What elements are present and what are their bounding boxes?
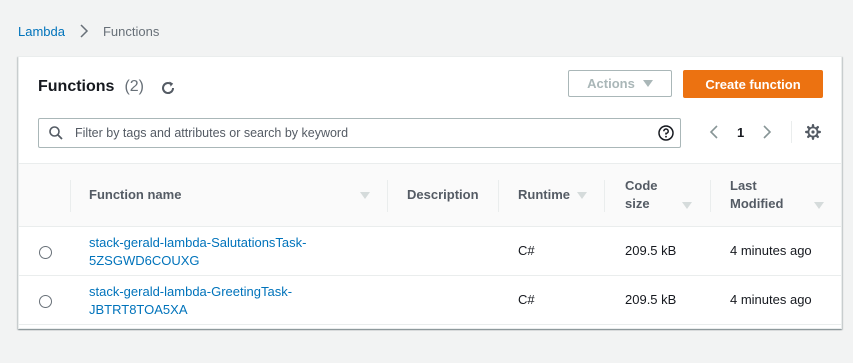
refresh-icon[interactable] xyxy=(159,79,177,97)
panel-header: Functions (2) Actions Create function Fi… xyxy=(19,57,841,163)
runtime-cell: C# xyxy=(518,243,535,258)
settings-gear-icon[interactable] xyxy=(804,123,822,141)
col-runtime-label: Runtime xyxy=(518,187,570,202)
column-divider xyxy=(498,180,499,212)
function-count: (2) xyxy=(124,78,144,95)
chevron-left-icon[interactable] xyxy=(707,124,723,140)
col-last-modified-label: Last Modified xyxy=(730,178,784,211)
col-description-label: Description xyxy=(407,187,479,202)
runtime-cell: C# xyxy=(518,292,535,307)
actions-label: Actions xyxy=(587,76,635,91)
actions-button[interactable]: Actions xyxy=(568,70,672,97)
col-last-modified[interactable]: Last Modified xyxy=(730,164,790,226)
last-modified-cell: 4 minutes ago xyxy=(730,243,812,258)
title-text: Functions xyxy=(38,78,115,95)
function-name-link[interactable]: stack-gerald-lambda-GreetingTask- JBTRT8… xyxy=(89,283,339,319)
table-row[interactable]: stack-gerald-lambda-SalutationsTask- 5ZS… xyxy=(19,227,841,276)
column-divider xyxy=(70,180,71,212)
pagination: 1 xyxy=(707,124,774,140)
table-header: Function name Description Runtime Code s… xyxy=(19,163,841,227)
column-divider xyxy=(387,180,388,212)
chevron-right-icon xyxy=(75,23,93,39)
sort-icon[interactable] xyxy=(360,192,370,199)
last-modified-cell: 4 minutes ago xyxy=(730,292,812,307)
help-icon[interactable] xyxy=(658,125,674,141)
pagination-divider xyxy=(791,121,792,143)
breadcrumb-lambda-link[interactable]: Lambda xyxy=(18,24,65,39)
row-select-radio[interactable] xyxy=(39,295,52,308)
page-title: Functions (2) xyxy=(38,78,144,96)
sort-icon[interactable] xyxy=(814,202,824,209)
caret-down-icon xyxy=(642,80,653,87)
col-code-size-label: Code size xyxy=(625,178,658,211)
functions-panel: Functions (2) Actions Create function Fi… xyxy=(18,56,842,329)
col-function-name-label: Function name xyxy=(89,187,182,202)
sort-icon[interactable] xyxy=(682,202,692,209)
col-runtime[interactable]: Runtime xyxy=(518,164,570,226)
function-name-link[interactable]: stack-gerald-lambda-SalutationsTask- 5ZS… xyxy=(89,234,339,270)
page-number[interactable]: 1 xyxy=(737,125,744,140)
search-bar xyxy=(38,118,681,148)
table-row[interactable]: stack-gerald-lambda-GreetingTask- JBTRT8… xyxy=(19,276,841,325)
row-select-radio[interactable] xyxy=(39,246,52,259)
function-name-line1: stack-gerald-lambda-GreetingTask- xyxy=(89,284,293,299)
function-name-line2: 5ZSGWD6COUXG xyxy=(89,253,200,268)
col-description: Description xyxy=(407,164,479,226)
functions-table: Function name Description Runtime Code s… xyxy=(19,163,841,325)
chevron-right-icon[interactable] xyxy=(758,124,774,140)
col-code-size[interactable]: Code size xyxy=(625,164,669,226)
col-function-name[interactable]: Function name xyxy=(89,164,181,226)
function-name-line1: stack-gerald-lambda-SalutationsTask- xyxy=(89,235,307,250)
function-name-line2: JBTRT8TOA5XA xyxy=(89,302,188,317)
sort-icon[interactable] xyxy=(577,192,587,199)
breadcrumb-current: Functions xyxy=(102,23,160,39)
code-size-cell: 209.5 kB xyxy=(625,292,677,307)
create-function-button[interactable]: Create function xyxy=(683,70,823,98)
search-input[interactable] xyxy=(73,125,647,141)
column-divider xyxy=(604,180,605,212)
search-icon xyxy=(49,126,63,140)
code-size-cell: 209.5 kB xyxy=(625,243,677,258)
column-divider xyxy=(710,180,711,212)
breadcrumb: Lambda Functions xyxy=(18,23,159,39)
